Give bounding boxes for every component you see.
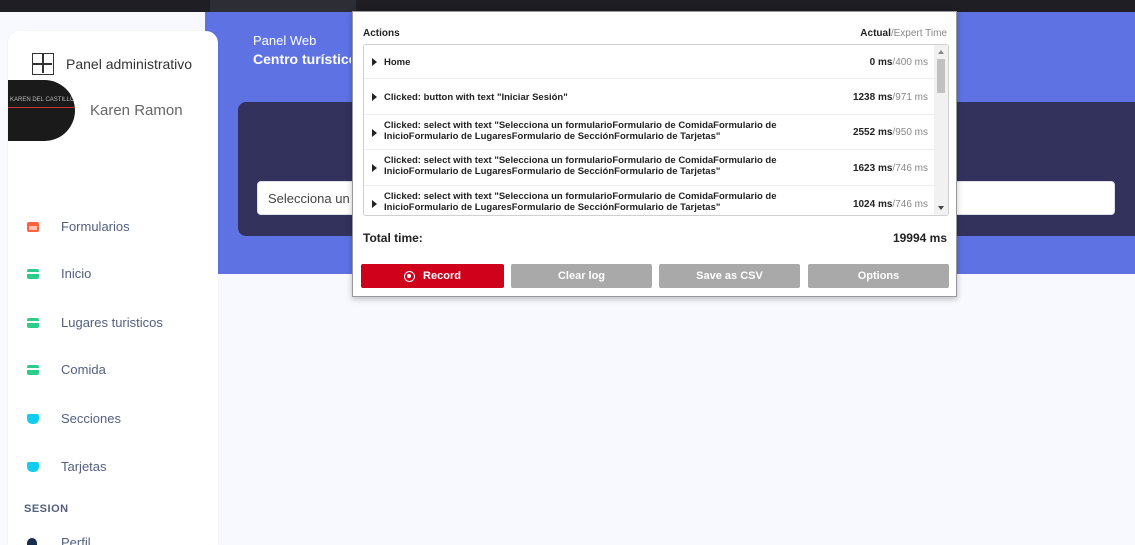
browser-tab: [210, 0, 356, 12]
cube-icon: [27, 461, 39, 472]
brand-text: Panel administrativo: [66, 56, 193, 72]
cube-icon: [27, 413, 39, 424]
scroll-thumb[interactable]: [937, 59, 945, 93]
sidebar-item-tarjetas[interactable]: Tarjetas: [27, 459, 107, 474]
time-header: Actual/Expert Time: [860, 28, 947, 39]
expand-triangle-icon[interactable]: [372, 164, 377, 172]
scroll-down-icon[interactable]: [938, 206, 944, 210]
actions-header: Actions: [363, 28, 400, 39]
sidebar-item-label: Lugares turisticos: [61, 315, 163, 330]
brand[interactable]: Panel administrativo: [32, 53, 192, 75]
person-icon: [27, 537, 37, 545]
page-title: Centro turístico: [253, 51, 351, 67]
sidebar-item-inicio[interactable]: Inicio: [27, 266, 91, 281]
list-item[interactable]: Clicked: button with text "Iniciar Sesió…: [364, 79, 936, 115]
expand-triangle-icon[interactable]: [372, 93, 377, 101]
total-time-value: 19994 ms: [892, 231, 947, 245]
actions-list[interactable]: Home 0 ms/400 ms Clicked: button with te…: [363, 44, 949, 216]
card-icon: [27, 268, 39, 279]
sidebar-item-comida[interactable]: Comida: [27, 362, 106, 377]
sidebar-item-formularios[interactable]: Formularios: [27, 219, 130, 234]
sidebar-item-label: Formularios: [61, 219, 130, 234]
record-button[interactable]: Record: [361, 264, 504, 288]
card-icon: [27, 364, 39, 375]
expand-triangle-icon[interactable]: [372, 129, 377, 137]
calendar-icon: [27, 221, 39, 232]
sidebar-item-secciones[interactable]: Secciones: [27, 411, 121, 426]
total-time-label: Total time:: [363, 231, 423, 245]
recorder-panel: Actions Actual/Expert Time Home 0 ms/400…: [352, 11, 957, 297]
list-item[interactable]: Clicked: select with text "Selecciona un…: [364, 186, 936, 215]
record-label: Record: [423, 270, 461, 282]
section-label-sesion: SESION: [24, 503, 69, 515]
expand-triangle-icon[interactable]: [372, 200, 377, 208]
list-item[interactable]: Clicked: select with text "Selecciona un…: [364, 115, 936, 150]
avatar[interactable]: KAREN DEL CASTILLO: [8, 80, 75, 141]
clear-log-button[interactable]: Clear log: [511, 264, 652, 288]
breadcrumb: Panel Web: [253, 33, 317, 48]
card-icon: [27, 317, 39, 328]
user-name: Karen Ramon: [90, 102, 183, 119]
save-csv-button[interactable]: Save as CSV: [659, 264, 800, 288]
sidebar-item-label: Comida: [61, 362, 106, 377]
sidebar-item-label: Perfil: [61, 535, 91, 545]
options-button[interactable]: Options: [808, 264, 949, 288]
list-item[interactable]: Clicked: select with text "Selecciona un…: [364, 150, 936, 186]
scroll-up-icon[interactable]: [938, 50, 944, 54]
sidebar-item-lugares[interactable]: Lugares turisticos: [27, 315, 163, 330]
record-icon: [404, 270, 416, 282]
panel-logo-icon: [32, 53, 54, 75]
expand-triangle-icon[interactable]: [372, 58, 377, 66]
sidebar-item-label: Inicio: [61, 266, 92, 281]
list-item[interactable]: Home 0 ms/400 ms: [364, 45, 936, 79]
list-scrollbar[interactable]: [934, 45, 948, 215]
sidebar-item-label: Secciones: [61, 411, 121, 426]
sidebar-item-perfil[interactable]: Perfil: [27, 535, 91, 545]
avatar-text: KAREN DEL CASTILLO: [10, 97, 75, 103]
sidebar-item-label: Tarjetas: [61, 459, 107, 474]
